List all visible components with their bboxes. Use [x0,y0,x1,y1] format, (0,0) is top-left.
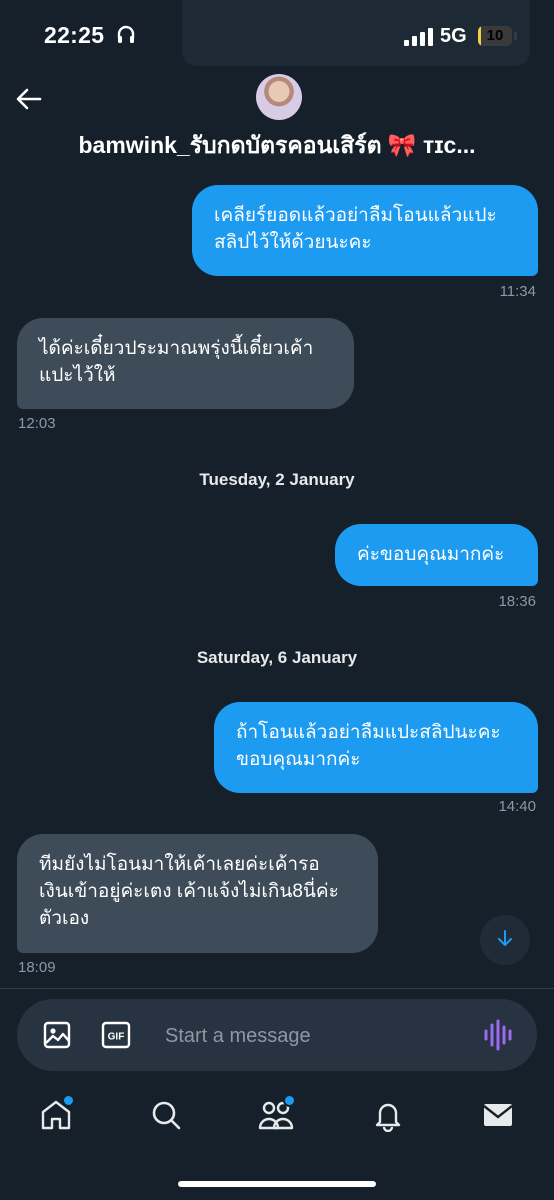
headphones-icon [116,24,136,49]
message-text: ค่ะขอบคุณมากค่ะ [357,544,505,565]
voice-message-icon[interactable] [483,1019,513,1056]
search-icon [149,1098,183,1137]
notifications-icon [371,1098,405,1137]
message-text: เคลียร์ยอดแล้วอย่าลืมโอนแล้วแปะ สลิปไว้ใ… [214,205,497,253]
battery-percent: 10 [486,27,504,44]
message-composer: GIF [17,999,537,1071]
bottom-navigation [0,1085,554,1149]
date-separator: Tuesday, 2 January [199,470,355,489]
battery-icon: 10 [478,26,512,46]
message-input[interactable] [163,1017,467,1055]
message-text: ได้ค่ะเดี๋ยวประมาณพรุ่งนี้เดี๋ยวเค้า แปะ… [39,338,314,386]
battery-tip [514,32,517,40]
image-icon[interactable] [43,1021,71,1054]
nav-messages[interactable] [476,1095,520,1139]
message-timestamp: 18:09 [18,959,56,976]
scroll-to-bottom-button[interactable] [480,915,530,965]
home-indicator [178,1181,376,1187]
status-bar: 22:25 5G 10 [0,0,554,72]
notification-dot [283,1094,296,1107]
message-bubble-received[interactable]: ได้ค่ะเดี๋ยวประมาณพรุ่งนี้เดี๋ยวเค้า แปะ… [17,318,354,409]
message-bubble-sent[interactable]: เคลียร์ยอดแล้วอย่าลืมโอนแล้วแปะ สลิปไว้ใ… [192,185,538,276]
message-bubble-sent[interactable]: ค่ะขอบคุณมากค่ะ [335,524,538,586]
date-separator: Saturday, 6 January [196,648,358,667]
messages-icon [481,1098,515,1137]
composer-divider [0,988,554,989]
notification-dot [62,1094,75,1107]
back-arrow-icon[interactable] [14,84,44,119]
message-bubble-sent[interactable]: ถ้าโอนแล้วอย่าลืมแปะสลิปนะคะ ขอบคุณมากค่… [214,702,538,793]
conversation-title[interactable]: bamwink_รับกดบัตรคอนเสิร์ต 🎀 ᴛɪᴄ... [0,128,554,164]
avatar[interactable] [256,74,302,120]
nav-search[interactable] [144,1095,188,1139]
message-text: ทีมยังไม่โอนมาให้เค้าเลยค่ะเค้ารอ เงินเข… [39,854,339,929]
message-timestamp: 18:36 [498,593,536,610]
gif-label: GIF [108,1032,125,1043]
cellular-signal-icon [404,28,434,51]
status-time: 22:25 [44,22,105,48]
message-timestamp: 12:03 [18,415,56,432]
message-bubble-received[interactable]: ทีมยังไม่โอนมาให้เค้าเลยค่ะเค้ารอ เงินเข… [17,834,378,953]
network-type: 5G [440,25,467,47]
arrow-down-icon [495,928,515,953]
gif-icon[interactable]: GIF [101,1021,131,1054]
message-text: ถ้าโอนแล้วอย่าลืมแปะสลิปนะคะ ขอบคุณมากค่… [236,722,501,770]
nav-notifications[interactable] [366,1095,410,1139]
nav-communities[interactable] [254,1094,298,1139]
message-timestamp: 11:34 [499,283,536,300]
message-timestamp: 14:40 [498,798,536,815]
nav-home[interactable] [34,1094,78,1139]
